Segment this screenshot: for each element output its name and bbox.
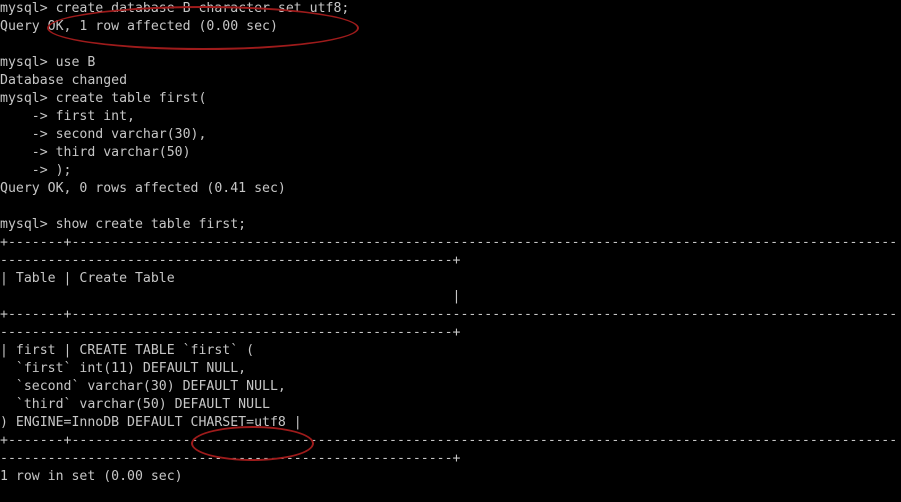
terminal-window[interactable]: mysql> create database B character set u… — [0, 0, 901, 502]
terminal-output: mysql> create database B character set u… — [0, 1, 898, 484]
